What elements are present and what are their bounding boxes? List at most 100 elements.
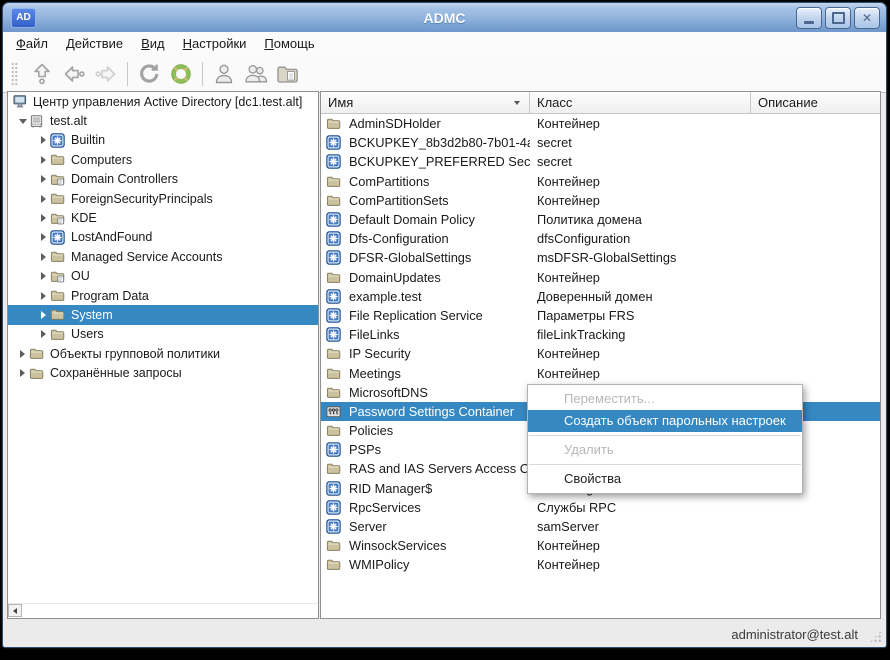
menu-settings[interactable]: Настройки [174, 33, 256, 54]
tree-item-program-data[interactable]: Program Data [8, 286, 318, 305]
column-header-description[interactable]: Описание [751, 92, 880, 113]
table-row[interactable]: ServersamServer [321, 517, 880, 536]
object-description [751, 268, 880, 287]
tree-item-test-alt[interactable]: test.alt [8, 111, 318, 130]
table-row[interactable]: example.testДоверенный домен [321, 287, 880, 306]
table-row[interactable]: WMIPolicyКонтейнер [321, 555, 880, 574]
scrollbar-left-arrow-button[interactable] [8, 604, 22, 617]
expand-arrow-icon[interactable] [37, 156, 50, 164]
object-name: DFSR-GlobalSettings [349, 250, 471, 265]
tree-item-сохранённые-запросы[interactable]: Сохранённые запросы [8, 363, 318, 382]
expand-arrow-icon[interactable] [37, 175, 50, 183]
expand-arrow-icon[interactable] [37, 311, 50, 319]
table-row[interactable]: AdminSDHolderКонтейнер [321, 114, 880, 133]
tree-item-ou[interactable]: OU [8, 267, 318, 286]
tree-item-system[interactable]: System [8, 305, 318, 324]
create-user-button[interactable] [208, 58, 240, 90]
create-ou-button[interactable] [272, 58, 304, 90]
table-row[interactable]: MeetingsКонтейнер [321, 363, 880, 382]
folder-icon [50, 307, 67, 322]
tree-item-managed-service-accounts[interactable]: Managed Service Accounts [8, 247, 318, 266]
minimize-button[interactable] [796, 7, 822, 29]
tree-item-label: test.alt [50, 114, 87, 128]
menu-action[interactable]: Действие [57, 33, 132, 54]
expand-arrow-icon[interactable] [37, 253, 50, 261]
object-name: Default Domain Policy [349, 212, 475, 227]
folder-ou-icon [50, 269, 67, 284]
tree-item-foreignsecurityprincipals[interactable]: ForeignSecurityPrincipals [8, 189, 318, 208]
tree-item-объекты-групповой-политики[interactable]: Объекты групповой политики [8, 344, 318, 363]
tree-item-lostandfound[interactable]: LostAndFound [8, 228, 318, 247]
expand-arrow-icon[interactable] [37, 195, 50, 203]
context-menu-item-создать-объект-парольных-настроек[interactable]: Создать объект парольных настроек [528, 410, 802, 432]
table-row[interactable]: File Replication ServiceПараметры FRS [321, 306, 880, 325]
expand-arrow-icon[interactable] [37, 330, 50, 338]
table-row[interactable]: ComPartitionsКонтейнер [321, 172, 880, 191]
expand-arrow-icon[interactable] [37, 272, 50, 280]
toolbar-separator [202, 62, 203, 86]
table-row[interactable]: BCKUPKEY_8b3d2b80-7b01-4a33...secret [321, 133, 880, 152]
collapse-arrow-icon[interactable] [16, 119, 29, 124]
table-row[interactable]: Dfs-ConfigurationdfsConfiguration [321, 229, 880, 248]
object-class: Контейнер [530, 268, 751, 287]
object-description [751, 172, 880, 191]
create-group-button[interactable] [240, 58, 272, 90]
object-class: Параметры FRS [530, 306, 751, 325]
object-name: ComPartitionSets [349, 193, 449, 208]
column-header-class[interactable]: Класс [530, 92, 751, 113]
table-row[interactable]: Default Domain Policy Политика домена [321, 210, 880, 229]
table-row[interactable]: FileLinksfileLinkTracking [321, 325, 880, 344]
tree-item-kde[interactable]: KDE [8, 208, 318, 227]
maximize-button[interactable] [825, 7, 851, 29]
table-row[interactable]: ComPartitionSetsКонтейнер [321, 191, 880, 210]
resize-grip[interactable] [869, 630, 882, 643]
table-row[interactable]: DomainUpdates Контейнер [321, 268, 880, 287]
object-class: Контейнер [530, 555, 751, 574]
object-name: BCKUPKEY_PREFERRED Secret [349, 154, 530, 169]
expand-arrow-icon[interactable] [37, 292, 50, 300]
titlebar[interactable]: AD ADMC ✕ [3, 3, 886, 33]
tree-horizontal-scrollbar[interactable] [8, 603, 318, 618]
object-name: RID Manager$ [349, 481, 432, 496]
expand-arrow-icon[interactable] [16, 350, 29, 358]
context-menu-item-свойства[interactable]: Свойства [528, 468, 802, 490]
object-name: example.test [349, 289, 422, 304]
menu-view[interactable]: Вид [132, 33, 174, 54]
tree-item-domain-controllers[interactable]: Domain Controllers [8, 170, 318, 189]
tree-item-центр-управления-active-directory-dc1-test-alt[interactable]: Центр управления Active Directory [dc1.t… [8, 92, 318, 111]
back-button[interactable] [58, 58, 90, 90]
table-row[interactable]: RpcServicesСлужбы RPC [321, 498, 880, 517]
tree-item-label: System [71, 308, 113, 322]
sync-button[interactable] [165, 58, 197, 90]
toolbar-drag-handle[interactable] [11, 62, 18, 86]
tree-item-users[interactable]: Users [8, 325, 318, 344]
expand-arrow-icon[interactable] [37, 214, 50, 222]
object-name: Server [349, 519, 387, 534]
tree-item-computers[interactable]: Computers [8, 150, 318, 169]
password-icon [326, 404, 343, 419]
refresh-button[interactable] [133, 58, 165, 90]
object-class: Политика домена [530, 210, 751, 229]
object-class: Контейнер [530, 172, 751, 191]
menu-file[interactable]: Файл [7, 33, 57, 54]
window-controls: ✕ [796, 7, 880, 29]
table-row[interactable]: WinsockServicesКонтейнер [321, 536, 880, 555]
tree-item-builtin[interactable]: Builtin [8, 131, 318, 150]
menu-separator [529, 435, 801, 436]
folder-icon [326, 346, 343, 361]
table-row[interactable]: DFSR-GlobalSettingsmsDFSR-GlobalSettings [321, 248, 880, 267]
sync-icon [168, 61, 194, 87]
expand-arrow-icon[interactable] [16, 369, 29, 377]
go-up-button[interactable] [26, 58, 58, 90]
statusbar: administrator@test.alt [3, 621, 886, 647]
table-row[interactable]: BCKUPKEY_PREFERRED Secretsecret [321, 152, 880, 171]
close-button[interactable]: ✕ [854, 7, 880, 29]
object-class: Контейнер [530, 363, 751, 382]
table-row[interactable]: IP SecurityКонтейнер [321, 344, 880, 363]
menu-help[interactable]: Помощь [255, 33, 323, 54]
column-header-name[interactable]: Имя [321, 92, 530, 113]
forward-button[interactable] [90, 58, 122, 90]
object-name: DomainUpdates [349, 270, 441, 285]
expand-arrow-icon[interactable] [37, 136, 50, 144]
expand-arrow-icon[interactable] [37, 233, 50, 241]
